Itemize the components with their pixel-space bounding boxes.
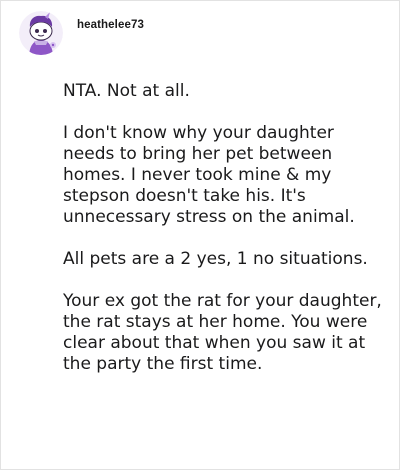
- comment-card: heathelee73 NTA. Not at all. I don't kno…: [0, 0, 400, 470]
- comment-paragraph: Your ex got the rat for your daughter, t…: [63, 291, 382, 374]
- comment-header: heathelee73: [19, 11, 144, 55]
- avatar-icon[interactable]: [19, 11, 63, 55]
- comment-paragraph: All pets are a 2 yes, 1 no situations.: [63, 249, 368, 269]
- comment-paragraph: I don't know why your daughter needs to …: [63, 123, 355, 227]
- comment-paragraph: NTA. Not at all.: [63, 81, 190, 101]
- username-link[interactable]: heathelee73: [77, 19, 144, 31]
- comment-body: NTA. Not at all. I don't know why your d…: [63, 81, 383, 375]
